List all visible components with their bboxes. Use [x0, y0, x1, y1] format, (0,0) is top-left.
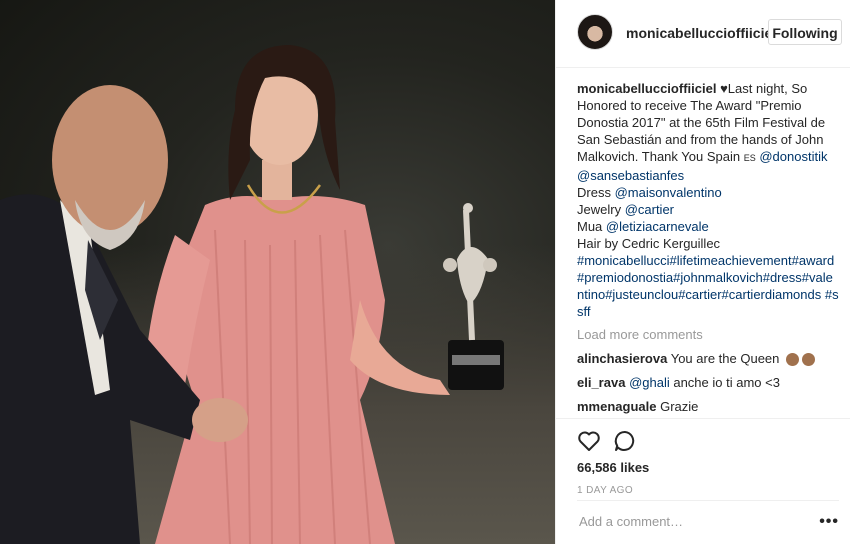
- load-more-comments-link[interactable]: Load more comments: [577, 326, 839, 343]
- heart-emoji-icon: ♥: [720, 81, 728, 96]
- mua-label: Mua: [577, 219, 606, 234]
- jewelry-label: Jewelry: [577, 202, 625, 217]
- caption: monicabelluccioffiiciel ♥Last night, So …: [577, 80, 839, 320]
- comment-item: eli_rava @ghali anche io ti amo <3: [577, 374, 839, 391]
- more-options-icon[interactable]: •••: [819, 513, 839, 531]
- post-actions: 66,586 likes 1 DAY AGO: [556, 418, 850, 505]
- mention-letiziacarnevale[interactable]: @letiziacarnevale: [606, 219, 709, 234]
- dress-label: Dress: [577, 185, 615, 200]
- photo-illustration: [0, 45, 504, 544]
- header-username[interactable]: monicabelluccioffiicie: [626, 25, 772, 41]
- comment-text: You are the Queen: [670, 351, 780, 366]
- add-comment-input[interactable]: [577, 513, 811, 530]
- comment-username[interactable]: mmenaguale: [577, 399, 656, 414]
- following-button[interactable]: Following: [768, 19, 842, 45]
- post-side-panel: monicabelluccioffiicie Following monicab…: [555, 0, 850, 544]
- clapping-hands-icon: [786, 353, 800, 367]
- instagram-post: monicabelluccioffiicie Following monicab…: [0, 0, 850, 544]
- comment-username[interactable]: alinchasierova: [577, 351, 667, 366]
- clapping-hands-icon: [802, 353, 816, 367]
- likes-count[interactable]: 66,586 likes: [577, 460, 649, 475]
- comment-item: mmenaguale Grazie: [577, 398, 839, 415]
- mention-sansebastianfes[interactable]: @sansebastianfes: [577, 168, 684, 183]
- heart-outline-icon[interactable]: [577, 429, 601, 453]
- mention-donostitik[interactable]: @donostitik: [759, 149, 827, 164]
- comment-username[interactable]: eli_rava: [577, 375, 625, 390]
- comment-item: alinchasierova You are the Queen: [577, 350, 839, 367]
- comment-text: anche io ti amo <3: [669, 375, 780, 390]
- speech-bubble-icon[interactable]: [613, 429, 637, 453]
- hashtags[interactable]: #monicabellucci#lifetimeachievement#awar…: [577, 253, 839, 319]
- post-header: monicabelluccioffiicie Following: [556, 0, 850, 68]
- avatar[interactable]: [577, 14, 613, 50]
- mention-maisonvalentino[interactable]: @maisonvalentino: [615, 185, 722, 200]
- mention-cartier[interactable]: @cartier: [625, 202, 674, 217]
- add-comment-bar: •••: [577, 500, 839, 545]
- caption-username[interactable]: monicabelluccioffiiciel: [577, 81, 716, 96]
- comments-list: monicabelluccioffiiciel ♥Last night, So …: [577, 80, 839, 417]
- hair-credit: Hair by Cedric Kerguillec: [577, 236, 721, 251]
- comment-mention[interactable]: @ghali: [629, 375, 670, 390]
- post-timestamp: 1 DAY AGO: [577, 485, 634, 496]
- flag-es-icon: ES: [743, 153, 756, 163]
- comment-text: Grazie: [660, 399, 699, 414]
- post-photo[interactable]: [0, 0, 555, 544]
